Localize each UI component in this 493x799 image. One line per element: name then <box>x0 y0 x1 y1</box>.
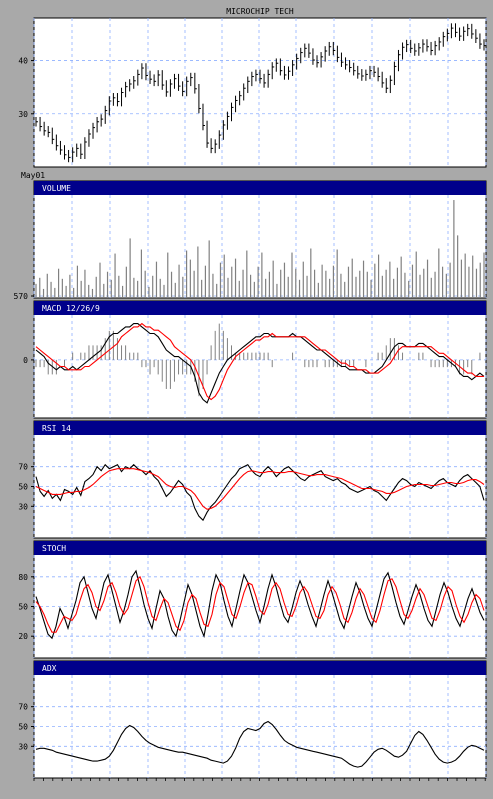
y-tick-label: 30 <box>18 110 28 119</box>
panel-volume: VOLUME 570 <box>14 180 487 301</box>
panel-price: 30 40 <box>18 17 487 168</box>
plot-area <box>33 180 487 299</box>
panel-header-bar <box>34 541 486 555</box>
y-tick-label: 50 <box>18 483 28 492</box>
panel-header-label: RSI 14 <box>42 424 71 433</box>
stock-chart: 30 40 VOLUME 570 MACD 12/26/9 0 RSI 14 70 50 30 ST… <box>0 0 493 795</box>
panel-header-bar <box>34 421 486 435</box>
y-tick-label: 70 <box>18 463 28 472</box>
panel-header-bar <box>34 661 486 675</box>
plot-area <box>33 17 487 168</box>
panel-header-label: ADX <box>42 664 57 673</box>
date-label: May01 <box>21 171 45 180</box>
y-tick-label: 80 <box>18 573 28 582</box>
y-tick-label: 30 <box>18 742 28 751</box>
panel-header-label: MACD 12/26/9 <box>42 304 100 313</box>
y-tick-label: 0 <box>23 356 28 365</box>
y-tick-label: 40 <box>18 57 28 66</box>
y-tick-label: 70 <box>18 703 28 712</box>
panel-header-bar <box>34 301 486 315</box>
chart-title: MICROCHIP TECH <box>226 7 294 16</box>
panel-header-bar <box>34 181 486 195</box>
panel-indicator-2: STOCH 80 50 20 <box>18 540 487 659</box>
y-tick-label: 50 <box>18 723 28 732</box>
panel-indicator-1: RSI 14 70 50 30 <box>18 420 487 539</box>
plot-area <box>33 540 487 659</box>
panel-header-label: VOLUME <box>42 184 71 193</box>
plot-area <box>33 420 487 539</box>
panel-indicator-3: ADX 70 50 30 <box>18 660 487 779</box>
stock-chart-canvas: 30 40 VOLUME 570 MACD 12/26/9 0 RSI 14 70 50 30 ST… <box>0 0 493 795</box>
y-tick-label: 20 <box>18 632 28 641</box>
panel-header-label: STOCH <box>42 544 66 553</box>
y-tick-label: 50 <box>18 603 28 612</box>
y-tick-label: 30 <box>18 502 28 511</box>
y-tick-label: 570 <box>14 292 29 301</box>
panel-indicator-0: MACD 12/26/9 0 <box>23 300 487 419</box>
